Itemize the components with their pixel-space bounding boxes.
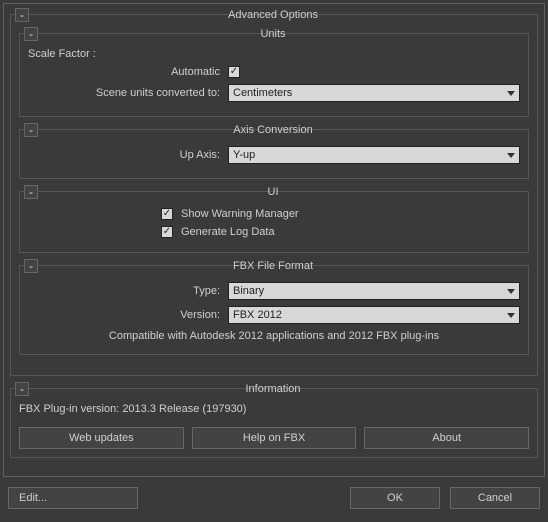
axis-group: - Axis Conversion Up Axis: Y-up — [19, 129, 529, 179]
scene-units-select[interactable]: Centimeters — [228, 84, 520, 102]
collapse-fbx-icon[interactable]: - — [24, 259, 38, 273]
about-button[interactable]: About — [364, 427, 529, 449]
plugin-version-text: FBX Plug-in version: 2013.3 Release (197… — [19, 403, 529, 415]
version-value: FBX 2012 — [233, 309, 282, 321]
scale-factor-label: Scale Factor : — [28, 48, 520, 60]
type-value: Binary — [233, 285, 264, 297]
cancel-button[interactable]: Cancel — [450, 487, 540, 509]
up-axis-label: Up Axis: — [28, 149, 228, 161]
info-title: Information — [29, 383, 537, 395]
type-label: Type: — [28, 285, 228, 297]
collapse-info-icon[interactable]: - — [15, 382, 29, 396]
advanced-options-title: Advanced Options — [29, 9, 537, 21]
up-axis-select[interactable]: Y-up — [228, 146, 520, 164]
chevron-down-icon — [507, 153, 515, 158]
footer-bar: Edit... OK Cancel — [0, 483, 548, 517]
ui-title: UI — [38, 186, 528, 198]
info-group: - Information FBX Plug-in version: 2013.… — [10, 388, 538, 458]
automatic-label: Automatic — [28, 66, 228, 78]
collapse-ui-icon[interactable]: - — [24, 185, 38, 199]
collapse-advanced-icon[interactable]: - — [15, 8, 29, 22]
warning-checkbox[interactable] — [161, 208, 173, 220]
chevron-down-icon — [507, 91, 515, 96]
chevron-down-icon — [507, 313, 515, 318]
main-panel: - Advanced Options - Units Scale Factor … — [3, 3, 545, 477]
compat-text: Compatible with Autodesk 2012 applicatio… — [28, 330, 520, 342]
fbx-title: FBX File Format — [38, 260, 528, 272]
log-checkbox[interactable] — [161, 226, 173, 238]
automatic-checkbox[interactable] — [228, 66, 240, 78]
scene-units-label: Scene units converted to: — [28, 87, 228, 99]
chevron-down-icon — [507, 289, 515, 294]
collapse-units-icon[interactable]: - — [24, 27, 38, 41]
collapse-axis-icon[interactable]: - — [24, 123, 38, 137]
axis-title: Axis Conversion — [38, 124, 528, 136]
up-axis-value: Y-up — [233, 149, 255, 161]
ui-group: - UI Show Warning Manager Generate Log D… — [19, 191, 529, 253]
ok-button[interactable]: OK — [350, 487, 440, 509]
log-label: Generate Log Data — [181, 226, 275, 238]
warning-label: Show Warning Manager — [181, 208, 299, 220]
fbx-group: - FBX File Format Type: Binary Version: … — [19, 265, 529, 355]
web-updates-button[interactable]: Web updates — [19, 427, 184, 449]
units-group: - Units Scale Factor : Automatic Scene u… — [19, 33, 529, 117]
scene-units-value: Centimeters — [233, 87, 292, 99]
type-select[interactable]: Binary — [228, 282, 520, 300]
version-select[interactable]: FBX 2012 — [228, 306, 520, 324]
help-button[interactable]: Help on FBX — [192, 427, 357, 449]
edit-button[interactable]: Edit... — [8, 487, 138, 509]
units-title: Units — [38, 28, 528, 40]
advanced-options-group: - Advanced Options - Units Scale Factor … — [10, 14, 538, 376]
version-label: Version: — [28, 309, 228, 321]
